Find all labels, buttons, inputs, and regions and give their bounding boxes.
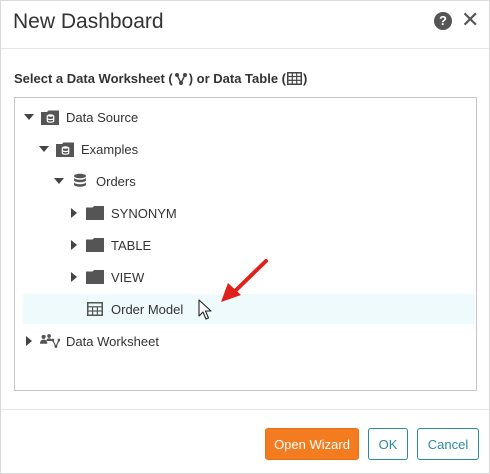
tree-node-data-worksheet[interactable]: Data Worksheet [23,326,159,356]
new-dashboard-dialog: New Dashboard ? ✕ Select a Data Workshee… [0,0,490,474]
prompt-text-1: Select a Data Worksheet ( [14,71,173,86]
table-icon [287,72,302,85]
data-source-tree: Data Source Examples Orders SYNONYM TABL… [14,97,477,391]
tree-node-label: Order Model [111,301,184,317]
expand-toggle-icon[interactable] [23,335,35,347]
expand-toggle-icon[interactable] [23,111,35,123]
select-prompt: Select a Data Worksheet ( ) or Data Tabl… [14,71,307,86]
tree-node-data-source[interactable]: Data Source [23,102,138,132]
table-icon [85,300,105,318]
tree-node-label: VIEW [111,269,145,285]
question-circle-icon[interactable]: ? [434,12,452,30]
folder-icon [85,204,105,222]
expand-toggle-icon[interactable] [38,143,50,155]
database-folder-icon [40,108,60,126]
dialog-header: New Dashboard ? ✕ [1,1,489,49]
ok-button[interactable]: OK [368,428,408,460]
dialog-footer: Open Wizard OK Cancel [1,409,489,473]
expand-toggle-icon[interactable] [68,207,80,219]
prompt-text-2: ) or Data Table ( [188,71,286,86]
tree-node-orders[interactable]: Orders [53,166,136,196]
folder-icon [85,268,105,286]
database-folder-icon [55,140,75,158]
tree-node-label: Data Source [66,109,139,125]
prompt-text-3: ) [303,71,308,86]
worksheet-icon [174,72,187,85]
cancel-button[interactable]: Cancel [417,428,479,460]
expand-toggle-icon[interactable] [68,271,80,283]
worksheet-people-icon [40,332,60,350]
tree-node-label: Data Worksheet [66,333,159,349]
tree-node-label: Examples [81,141,139,157]
tree-node-synonym[interactable]: SYNONYM [68,198,177,228]
tree-node-label: Orders [96,173,136,189]
database-icon [70,172,90,190]
tree-node-table[interactable]: TABLE [68,230,151,260]
open-wizard-button[interactable]: Open Wizard [265,428,359,460]
close-icon[interactable]: ✕ [461,9,479,31]
tree-node-label: TABLE [111,237,152,253]
folder-icon [85,236,105,254]
expand-toggle-icon[interactable] [68,239,80,251]
tree-node-examples[interactable]: Examples [38,134,138,164]
dialog-title: New Dashboard [13,10,164,33]
tree-node-view[interactable]: VIEW [68,262,144,292]
tree-node-order-model[interactable]: Order Model [23,294,475,324]
tree-node-label: SYNONYM [111,205,177,221]
expand-toggle-icon[interactable] [53,175,65,187]
